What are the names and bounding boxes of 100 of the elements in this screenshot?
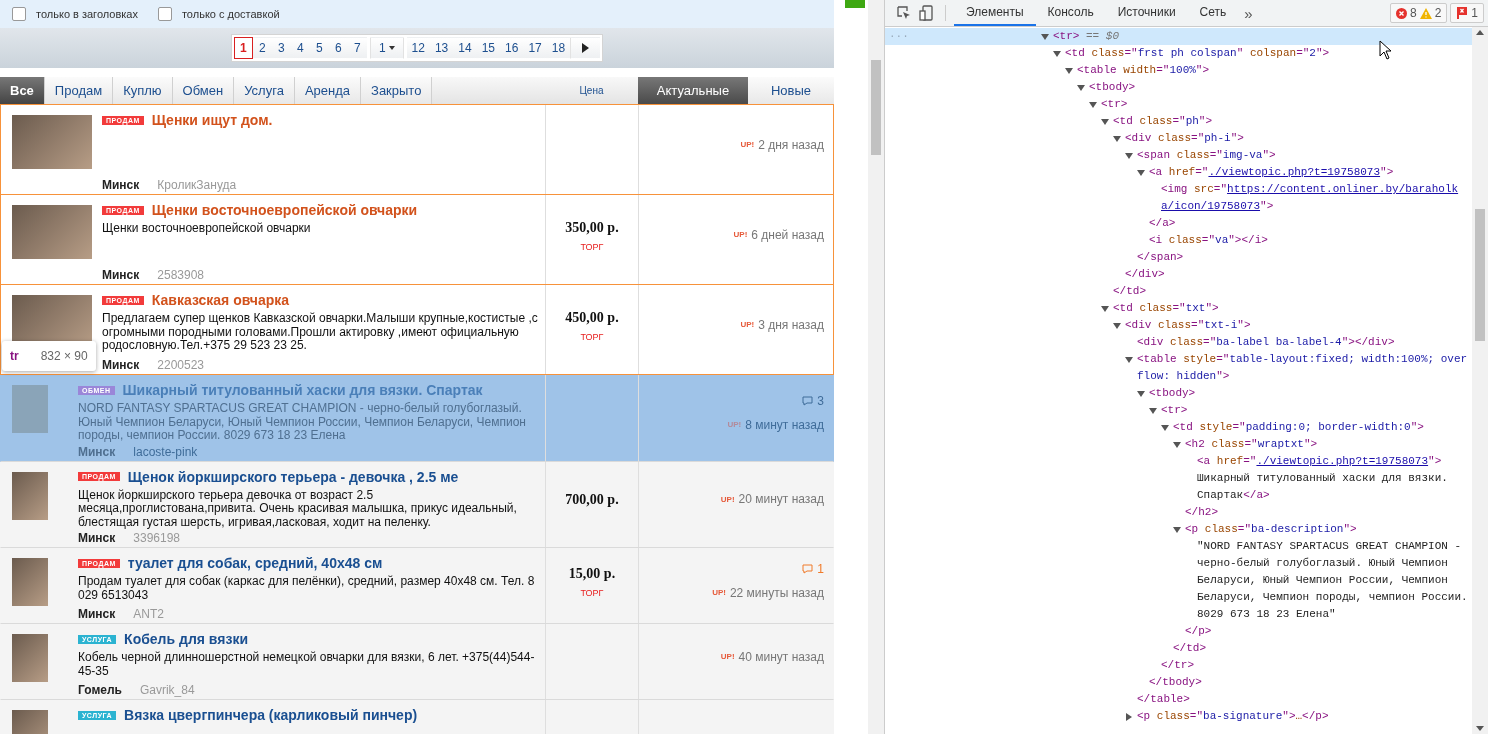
category-tab[interactable]: Обмен xyxy=(172,77,235,104)
code-line[interactable]: <div class="ph-i"> xyxy=(1125,130,1244,147)
listing-title[interactable]: Вязка цвергпинчера (карликовый пинчер) xyxy=(124,707,418,723)
code-line[interactable]: </div> xyxy=(1125,266,1165,283)
scroll-thumb[interactable] xyxy=(1475,209,1485,341)
devtools-tab[interactable]: Консоль xyxy=(1035,0,1106,26)
scroll-thumb[interactable] xyxy=(871,60,881,155)
code-line[interactable]: <td class="ph"> xyxy=(1113,113,1213,130)
page-link[interactable]: 17 xyxy=(523,37,547,59)
listing-row[interactable] xyxy=(0,461,834,548)
posted-time: 40 минут назад xyxy=(738,649,824,664)
city: Гомель xyxy=(78,683,122,697)
bargain-tag: ТОРГ xyxy=(580,241,604,252)
code-line[interactable]: <div class="ba-label ba-label-4"></div> xyxy=(1137,334,1395,351)
code-line[interactable]: <tr> xyxy=(1161,402,1188,419)
listing-row[interactable] xyxy=(0,285,834,375)
code-line[interactable]: <h2 class="wraptxt"> xyxy=(1185,436,1318,453)
category-tab[interactable]: Услуга xyxy=(234,77,295,104)
code-line[interactable]: <a href="./viewtopic.php?t=19758073"> xyxy=(1197,453,1442,470)
category-tab[interactable]: Аренда xyxy=(294,77,362,104)
sort-tab[interactable]: Актуальные xyxy=(638,77,748,104)
code-line[interactable]: <tbody> xyxy=(1089,79,1136,96)
code-line[interactable]: <p class="ba-description"> xyxy=(1185,521,1357,538)
devtools-tab[interactable]: Сеть xyxy=(1187,0,1239,26)
category-tab[interactable]: Продам xyxy=(44,77,114,104)
category-tab[interactable]: Все xyxy=(0,77,45,104)
collapsed-triangle-icon[interactable] xyxy=(1125,712,1133,721)
issues-button[interactable]: 1 xyxy=(1450,3,1484,23)
code-line[interactable]: <td style="padding:0; border-width:0"> xyxy=(1173,419,1424,436)
code-line[interactable]: <span class="img-va"> xyxy=(1137,147,1276,164)
code-line[interactable]: </span> xyxy=(1137,249,1184,266)
listing-title[interactable]: Кавказская овчарка xyxy=(151,292,290,308)
checkbox[interactable] xyxy=(157,7,172,21)
code-text-line[interactable]: "NORD FANTASY SPARTACUS GREAT CHAMPION - черно-белый голубоглазый. Юный Чемпион Беларуси, Юный Чемпион России, Чемпион Беларуси, Чемпион породы, чемпион России. 8029 673 18 23 Елена" xyxy=(1197,538,1468,623)
code-line[interactable]: <table width="100%"> xyxy=(1077,62,1210,79)
code-line[interactable]: <a href="./viewtopic.php?t=19758073"> xyxy=(1149,164,1394,181)
listing-title[interactable]: Кобель для вязки xyxy=(124,631,248,647)
code-line[interactable]: </h2> xyxy=(1185,504,1218,521)
page-link[interactable]: 16 xyxy=(500,37,524,59)
category-tab[interactable]: Куплю xyxy=(113,77,173,104)
code-line[interactable]: </tbody> xyxy=(1149,674,1202,691)
code-line[interactable]: <td class="frst ph colspan" colspan="2"> xyxy=(1065,45,1330,62)
price-column-header[interactable]: Цена xyxy=(545,77,638,104)
checkbox[interactable] xyxy=(12,7,26,21)
element-size: 832 × 90 xyxy=(40,349,88,363)
code-line[interactable]: </p> xyxy=(1185,623,1212,640)
listing-description: NORD FANTASY SPARTACUS GREAT CHAMPION - черно-белый голубоглазый. Юный Чемпион Беларуси, Юный Чемпион России, Чемпион Беларуси, Чемпион породы, чемпион России. 8029 673 18 23 Елена xyxy=(78,402,527,443)
code-line[interactable]: <p class="ba-signature">…</p> xyxy=(1137,708,1329,725)
code-text-line[interactable]: Шикарный титулованный хаски для вязки. Спартак</a> xyxy=(1197,470,1468,504)
expanded-triangle-icon[interactable] xyxy=(1173,525,1181,534)
posted-time: 3 дня назад xyxy=(758,317,824,332)
page-link[interactable]: 14 xyxy=(453,37,477,59)
scrollbar[interactable] xyxy=(868,0,885,734)
sort-tab[interactable]: Новые xyxy=(748,77,834,104)
code-line[interactable]: <tr> xyxy=(1101,96,1128,113)
code-line[interactable]: <td class="txt"> xyxy=(1113,300,1219,317)
listing-title[interactable]: Щенки восточноевропейской овчарки xyxy=(151,202,418,218)
posted-time: 6 дней назад xyxy=(751,227,824,242)
speech-bubble-icon xyxy=(802,563,814,574)
code-line[interactable]: </table> xyxy=(1137,691,1190,708)
console-counts-button[interactable]: 8 2 xyxy=(1389,3,1448,23)
devtools-tab[interactable]: Источники xyxy=(1105,0,1188,26)
warning-count: 2 xyxy=(1434,6,1442,20)
checkbox-label[interactable]: только с доставкой xyxy=(181,8,280,20)
expanded-triangle-icon[interactable] xyxy=(1125,355,1133,364)
bargain-tag: ТОРГ xyxy=(580,331,604,342)
page-link[interactable]: 1 xyxy=(233,37,253,59)
page-link[interactable]: 13 xyxy=(429,37,454,59)
page-link[interactable]: 15 xyxy=(476,37,500,59)
more-tabs-button[interactable]: » xyxy=(1238,4,1259,22)
page-link[interactable]: 18 xyxy=(546,37,571,59)
page-link[interactable]: 12 xyxy=(406,37,430,59)
scroll-down-icon[interactable] xyxy=(1476,726,1484,731)
code-line[interactable]: <tr> == $0 xyxy=(1053,28,1120,45)
code-line[interactable]: <tbody> xyxy=(1149,385,1196,402)
next-page-button[interactable] xyxy=(570,37,601,59)
photo-placeholder[interactable] xyxy=(12,471,48,520)
listing-title[interactable]: Щенки ищут дом. xyxy=(151,112,273,128)
checkbox-label[interactable]: только в заголовках xyxy=(36,8,138,20)
scrollbar[interactable] xyxy=(1472,27,1488,734)
code-line[interactable]: </a> xyxy=(1149,215,1176,232)
code-line[interactable]: <img src="https://content.onliner.by/baraholka/icon/19758073"> xyxy=(1161,181,1468,215)
category-tab[interactable]: Закрыто xyxy=(361,77,433,104)
code-line[interactable]: </tr> xyxy=(1161,657,1194,674)
listing-title[interactable]: Щенок йоркширского терьера - девочка , 2.5 ме xyxy=(127,468,459,485)
devtools-tab[interactable]: Элементы xyxy=(954,0,1036,26)
code-line[interactable]: </td> xyxy=(1113,283,1146,300)
code-line[interactable]: <i class="va"></i> xyxy=(1149,232,1268,249)
page-dropdown[interactable]: 1 xyxy=(369,37,404,59)
up-tag: UP! xyxy=(712,588,726,597)
price: 700,00 р. xyxy=(565,492,619,509)
code-line[interactable]: <div class="txt-i"> xyxy=(1125,317,1251,334)
up-tag: UP! xyxy=(720,494,735,504)
up-tag: UP! xyxy=(720,652,735,661)
listing-description: Предлагаем супер щенков Кавказской овчарки.Малыши крупные,костистые ,с огромными породными головами.Прошли актировку ,имеют официальную родословную.Тел.+375 29 523 23 25. xyxy=(102,312,539,353)
city: Минск xyxy=(78,531,116,545)
listing-title[interactable]: туалет для собак, средний, 40x48 см xyxy=(127,555,383,571)
code-line[interactable]: </td> xyxy=(1173,640,1206,657)
code-line[interactable]: <table style="table-layout:fixed; width:100%; overflow: hidden"> xyxy=(1137,351,1468,385)
scroll-up-icon[interactable] xyxy=(1476,30,1484,35)
